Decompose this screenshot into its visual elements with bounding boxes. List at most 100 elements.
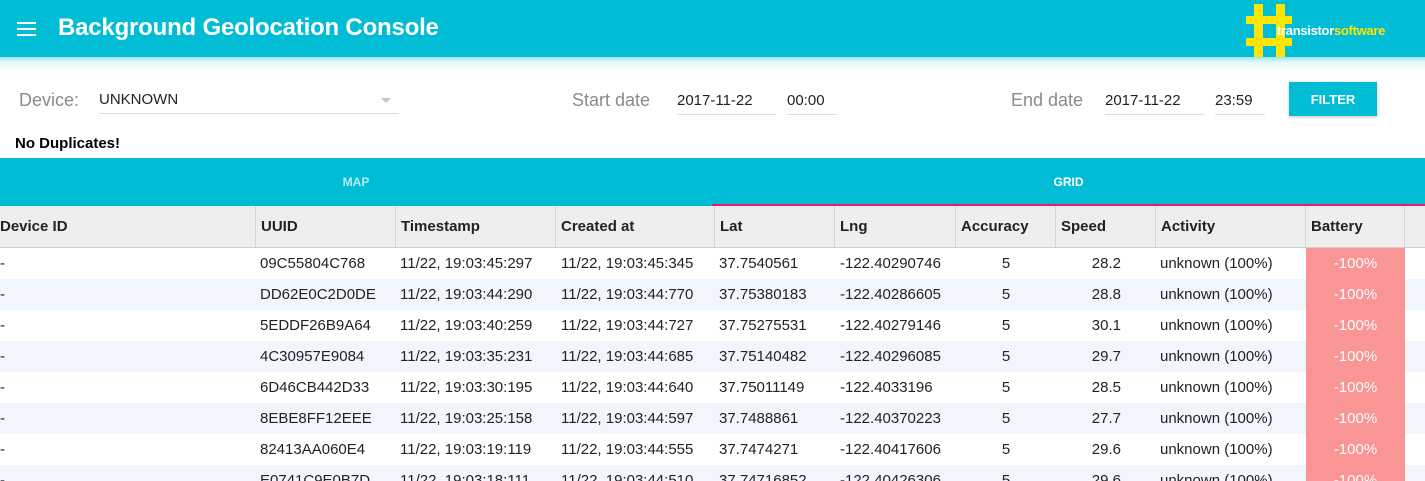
cell-timestamp: 11/22, 19:03:45:297 [400, 255, 533, 272]
column-header-uuid[interactable]: UUID [256, 206, 396, 247]
tab-map[interactable]: MAP [0, 158, 712, 206]
tab-grid[interactable]: GRID [712, 158, 1425, 206]
cell-lng: -122.40290746 [840, 255, 941, 272]
cell-lng: -122.40370223 [840, 410, 941, 427]
cell-lat: 37.75275531 [719, 317, 807, 334]
column-header-speed[interactable]: Speed [1056, 206, 1156, 247]
cell-speed: 29.6 [1091, 472, 1121, 481]
app-bar: Background Geolocation Console transisto… [0, 0, 1425, 58]
app-bar-shadow [0, 57, 1425, 71]
logo-wordmark-right: software [1333, 23, 1386, 38]
cell-created-at: 11/22, 19:03:44:640 [561, 379, 694, 396]
start-date-label: Start date [572, 90, 651, 110]
cell-accuracy: 5 [1001, 286, 1011, 303]
cell-accuracy: 5 [1001, 255, 1011, 272]
table-row[interactable]: - 5EDDF26B9A64 11/22, 19:03:40:259 11/22… [0, 310, 1425, 341]
start-time-input[interactable]: 00:00 [787, 89, 837, 115]
cell-created-at: 11/22, 19:03:44:510 [561, 472, 694, 481]
cell-battery: -100% [1306, 341, 1405, 372]
cell-device-id: - [0, 317, 5, 334]
cell-accuracy: 5 [1001, 472, 1011, 481]
cell-device-id: - [0, 441, 5, 458]
device-select-value: UNKNOWN [99, 91, 179, 108]
dropdown-arrow-icon [381, 98, 391, 103]
cell-uuid: 82413AA060E4 [260, 441, 366, 458]
cell-lng: -122.4033196 [840, 379, 933, 396]
column-header-activity[interactable]: Activity [1156, 206, 1306, 247]
cell-uuid: 09C55804C768 [260, 255, 366, 272]
start-date-input[interactable]: 2017-11-22 [677, 89, 776, 115]
cell-accuracy: 5 [1001, 441, 1011, 458]
cell-created-at: 11/22, 19:03:44:727 [561, 317, 694, 334]
cell-lat: 37.7488861 [719, 410, 799, 427]
table-row[interactable]: - DD62E0C2D0DE 11/22, 19:03:44:290 11/22… [0, 279, 1425, 310]
cell-activity: unknown (100%) [1160, 441, 1273, 458]
cell-uuid: 5EDDF26B9A64 [260, 317, 371, 334]
cell-lng: -122.40417606 [840, 441, 941, 458]
table-row[interactable]: - 8EBE8FF12EEE 11/22, 19:03:25:158 11/22… [0, 403, 1425, 434]
column-header-device-id[interactable]: Device ID [0, 206, 256, 247]
cell-speed: 28.8 [1091, 286, 1121, 303]
cell-timestamp: 11/22, 19:03:30:195 [400, 379, 533, 396]
table-row[interactable]: - 09C55804C768 11/22, 19:03:45:297 11/22… [0, 248, 1425, 279]
cell-activity: unknown (100%) [1160, 410, 1273, 427]
column-header-timestamp[interactable]: Timestamp [396, 206, 556, 247]
cell-speed: 27.7 [1091, 410, 1121, 427]
end-date-label: End date [1011, 90, 1084, 110]
cell-timestamp: 11/22, 19:03:18:111 [400, 472, 531, 481]
cell-activity: unknown (100%) [1160, 317, 1273, 334]
cell-timestamp: 11/22, 19:03:19:119 [400, 441, 532, 458]
cell-device-id: - [0, 410, 5, 427]
cell-uuid: 8EBE8FF12EEE [260, 410, 372, 427]
logo-wordmark: transistorsoftware [1277, 23, 1385, 38]
cell-accuracy: 5 [1001, 317, 1011, 334]
cell-accuracy: 5 [1001, 379, 1011, 396]
cell-timestamp: 11/22, 19:03:40:259 [400, 317, 533, 334]
filter-button[interactable]: FILTER [1289, 82, 1377, 116]
hamburger-menu-icon[interactable] [17, 22, 36, 36]
column-header-created-at[interactable]: Created at [556, 206, 715, 247]
cell-created-at: 11/22, 19:03:44:555 [561, 441, 694, 458]
cell-lng: -122.40426306 [840, 472, 941, 481]
end-time-input[interactable]: 23:59 [1215, 89, 1265, 115]
cell-lat: 37.7540561 [719, 255, 799, 272]
cell-lat: 37.75011149 [719, 379, 805, 396]
column-header-lng[interactable]: Lng [835, 206, 956, 247]
table-row[interactable]: - 82413AA060E4 11/22, 19:03:19:119 11/22… [0, 434, 1425, 465]
grid-body: - 09C55804C768 11/22, 19:03:45:297 11/22… [0, 248, 1425, 481]
cell-device-id: - [0, 286, 5, 303]
cell-activity: unknown (100%) [1160, 379, 1273, 396]
no-duplicates-notice: No Duplicates! [15, 135, 121, 152]
table-row[interactable]: - 6D46CB442D33 11/22, 19:03:30:195 11/22… [0, 372, 1425, 403]
grid-header: Device ID UUID Timestamp Created at Lat … [0, 206, 1425, 248]
cell-timestamp: 11/22, 19:03:44:290 [400, 286, 533, 303]
cell-device-id: - [0, 472, 5, 481]
column-header-accuracy[interactable]: Accuracy [956, 206, 1056, 247]
logo-wordmark-left: transistor [1277, 23, 1334, 38]
cell-speed: 28.2 [1091, 255, 1121, 272]
column-header-lat[interactable]: Lat [715, 206, 835, 247]
cell-battery: -100% [1306, 279, 1405, 310]
device-select[interactable]: UNKNOWN [99, 88, 399, 114]
cell-battery: -100% [1306, 434, 1405, 465]
end-date-input[interactable]: 2017-11-22 [1105, 89, 1204, 115]
cell-battery: -100% [1306, 465, 1405, 481]
cell-lng: -122.40279146 [840, 317, 941, 334]
cell-battery: -100% [1306, 372, 1405, 403]
cell-activity: unknown (100%) [1160, 286, 1273, 303]
cell-lat: 37.75140482 [719, 348, 807, 365]
cell-accuracy: 5 [1001, 410, 1011, 427]
table-row[interactable]: - 4C30957E9084 11/22, 19:03:35:231 11/22… [0, 341, 1425, 372]
cell-device-id: - [0, 379, 5, 396]
column-header-battery[interactable]: Battery [1306, 206, 1405, 247]
cell-activity: unknown (100%) [1160, 348, 1273, 365]
table-row[interactable]: - E0741C9E0B7D 11/22, 19:03:18:111 11/22… [0, 465, 1425, 481]
tab-bar: MAP GRID [0, 158, 1425, 206]
cell-lat: 37.74716852 [719, 472, 807, 481]
cell-lng: -122.40286605 [840, 286, 941, 303]
cell-accuracy: 5 [1001, 348, 1011, 365]
cell-battery: -100% [1306, 310, 1405, 341]
cell-activity: unknown (100%) [1160, 255, 1273, 272]
app-title: Background Geolocation Console [58, 14, 439, 41]
cell-battery: -100% [1306, 403, 1405, 434]
